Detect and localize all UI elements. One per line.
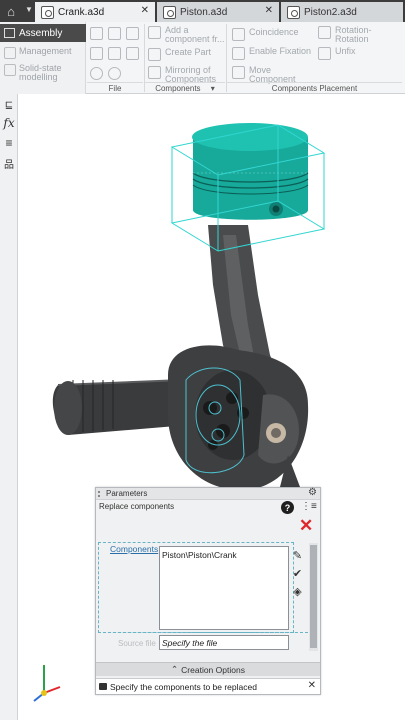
tab-crank[interactable]: Crank.a3d ✕ <box>35 2 155 22</box>
check-select-icon[interactable]: ✔ <box>290 566 305 581</box>
group-file-label: File <box>87 82 143 93</box>
scrollbar-thumb[interactable] <box>310 545 317 648</box>
close-icon[interactable]: ✕ <box>265 5 273 16</box>
document-tab-bar: ⌂ ▼ Crank.a3d ✕ Piston.a3d ✕ Piston2.a3d <box>0 0 405 22</box>
tab-piston2[interactable]: Piston2.a3d <box>281 2 403 22</box>
help-icon[interactable]: ? <box>281 501 294 514</box>
home-icon[interactable]: ⌂ <box>0 0 22 22</box>
enable-fixation-label: Enable Fixation <box>249 46 312 56</box>
hierarchy-icon[interactable]: 品 <box>2 156 16 171</box>
ribbon-mode-panel: Assembly Management Solid-state modellin… <box>0 22 86 94</box>
parameters-panel: Parameters ⚙ Replace components ? ⋮≡ ✕ C… <box>95 487 321 695</box>
source-file-label: Source file <box>118 639 156 648</box>
rotation-icon <box>318 26 331 39</box>
new-file-icon[interactable] <box>90 27 103 40</box>
panel-subtitle: Replace components <box>99 502 175 511</box>
select-icon[interactable]: ✎ <box>290 548 305 563</box>
chevron-up-icon: ⌃ <box>171 664 179 674</box>
axis-triad <box>33 665 61 702</box>
undo-icon[interactable] <box>90 67 103 80</box>
coincidence-button[interactable]: Coincidence <box>232 28 299 41</box>
open-folder-icon[interactable] <box>108 27 121 40</box>
document-icon <box>163 5 176 19</box>
components-label[interactable]: Components <box>110 544 158 554</box>
status-message: Specify the components to be replaced <box>110 681 257 692</box>
divider <box>98 632 308 633</box>
create-part-label: Create Part <box>165 47 212 57</box>
fixation-icon <box>232 47 245 60</box>
panel-header[interactable]: Parameters ⚙ <box>96 487 320 500</box>
rotation-label: Rotation-Rotation <box>335 25 372 44</box>
coincidence-icon <box>232 28 245 41</box>
enable-fixation-button[interactable]: Enable Fixation <box>232 47 311 60</box>
coincidence-label: Coincidence <box>249 27 299 37</box>
redo-icon[interactable] <box>108 67 121 80</box>
drag-handle-icon[interactable] <box>98 491 103 497</box>
left-toolbar: ⊑ fx ≡ 品 <box>0 94 18 720</box>
specify-file-field[interactable]: Specify the file <box>159 635 289 650</box>
solid-modelling-item[interactable]: Solid-state modelling <box>4 64 84 82</box>
scrollbar[interactable] <box>309 543 318 651</box>
components-list[interactable]: Piston\Piston\Crank <box>159 546 289 630</box>
solid-modelling-icon <box>4 64 16 76</box>
tree-icon[interactable]: ⋮≡ <box>301 501 317 515</box>
assembly-tab[interactable]: Assembly <box>0 24 86 42</box>
creation-options-toggle[interactable]: ⌃ Creation Options <box>96 662 320 676</box>
pick-icon[interactable]: ◈ <box>290 584 305 599</box>
list-item[interactable]: Piston\Piston\Crank <box>162 550 286 560</box>
close-icon[interactable]: ✕ <box>299 517 313 534</box>
tab-label: Piston.a3d <box>180 6 228 18</box>
tab-label: Piston2.a3d <box>304 6 357 18</box>
unfix-label: Unfix <box>335 46 356 56</box>
crankshaft <box>52 379 188 435</box>
print-icon[interactable] <box>90 47 103 60</box>
add-component-label: Add a component fr... <box>165 25 225 44</box>
add-component-button[interactable]: Add a component fr... <box>148 26 228 44</box>
chevron-down-icon[interactable]: ▾ <box>211 84 215 93</box>
layers-icon[interactable]: ≡ <box>2 136 16 150</box>
panel-title: Parameters <box>106 489 148 498</box>
gear-icon[interactable]: ⚙ <box>308 487 317 498</box>
piston <box>192 123 309 220</box>
function-icon[interactable]: fx <box>2 116 16 130</box>
components-group-text: Components <box>155 84 201 93</box>
management-item[interactable]: Management <box>4 47 72 59</box>
tab-piston[interactable]: Piston.a3d ✕ <box>157 2 279 22</box>
paste-icon[interactable] <box>126 47 139 60</box>
unfix-button[interactable]: Unfix <box>318 47 356 60</box>
assembly-icon <box>4 28 15 38</box>
copy-icon[interactable] <box>108 47 121 60</box>
tab-label: Crank.a3d <box>58 6 105 18</box>
ribbon: Assembly Management Solid-state modellin… <box>0 22 405 94</box>
document-icon <box>287 5 300 19</box>
message-icon <box>99 683 107 690</box>
status-bar: Specify the components to be replaced ✕ <box>96 678 320 694</box>
mirror-icon <box>148 66 161 79</box>
management-icon <box>4 47 16 59</box>
chevron-down-icon[interactable]: ▼ <box>25 5 33 14</box>
create-part-icon <box>148 48 161 61</box>
unfix-icon <box>318 47 331 60</box>
create-part-button[interactable]: Create Part <box>148 48 211 61</box>
assembly-tab-label: Assembly <box>19 27 63 39</box>
close-icon[interactable]: ✕ <box>308 680 316 691</box>
move-icon <box>232 66 245 79</box>
group-placement-label: Components Placement <box>227 82 402 93</box>
group-components-label: Components ▾ <box>145 82 225 93</box>
creation-options-label: Creation Options <box>181 664 245 675</box>
save-icon[interactable] <box>126 27 139 40</box>
connecting-rod <box>168 225 309 491</box>
management-label: Management <box>19 46 72 56</box>
app-window: ⌂ ▼ Crank.a3d ✕ Piston.a3d ✕ Piston2.a3d… <box>0 0 405 720</box>
close-icon[interactable]: ✕ <box>141 5 149 16</box>
rotation-button[interactable]: Rotation-Rotation <box>318 26 378 44</box>
document-icon <box>41 5 54 19</box>
solid-modelling-label: Solid-state modelling <box>19 63 62 82</box>
tree-icon[interactable]: ⊑ <box>2 98 16 112</box>
add-component-icon <box>148 26 161 39</box>
